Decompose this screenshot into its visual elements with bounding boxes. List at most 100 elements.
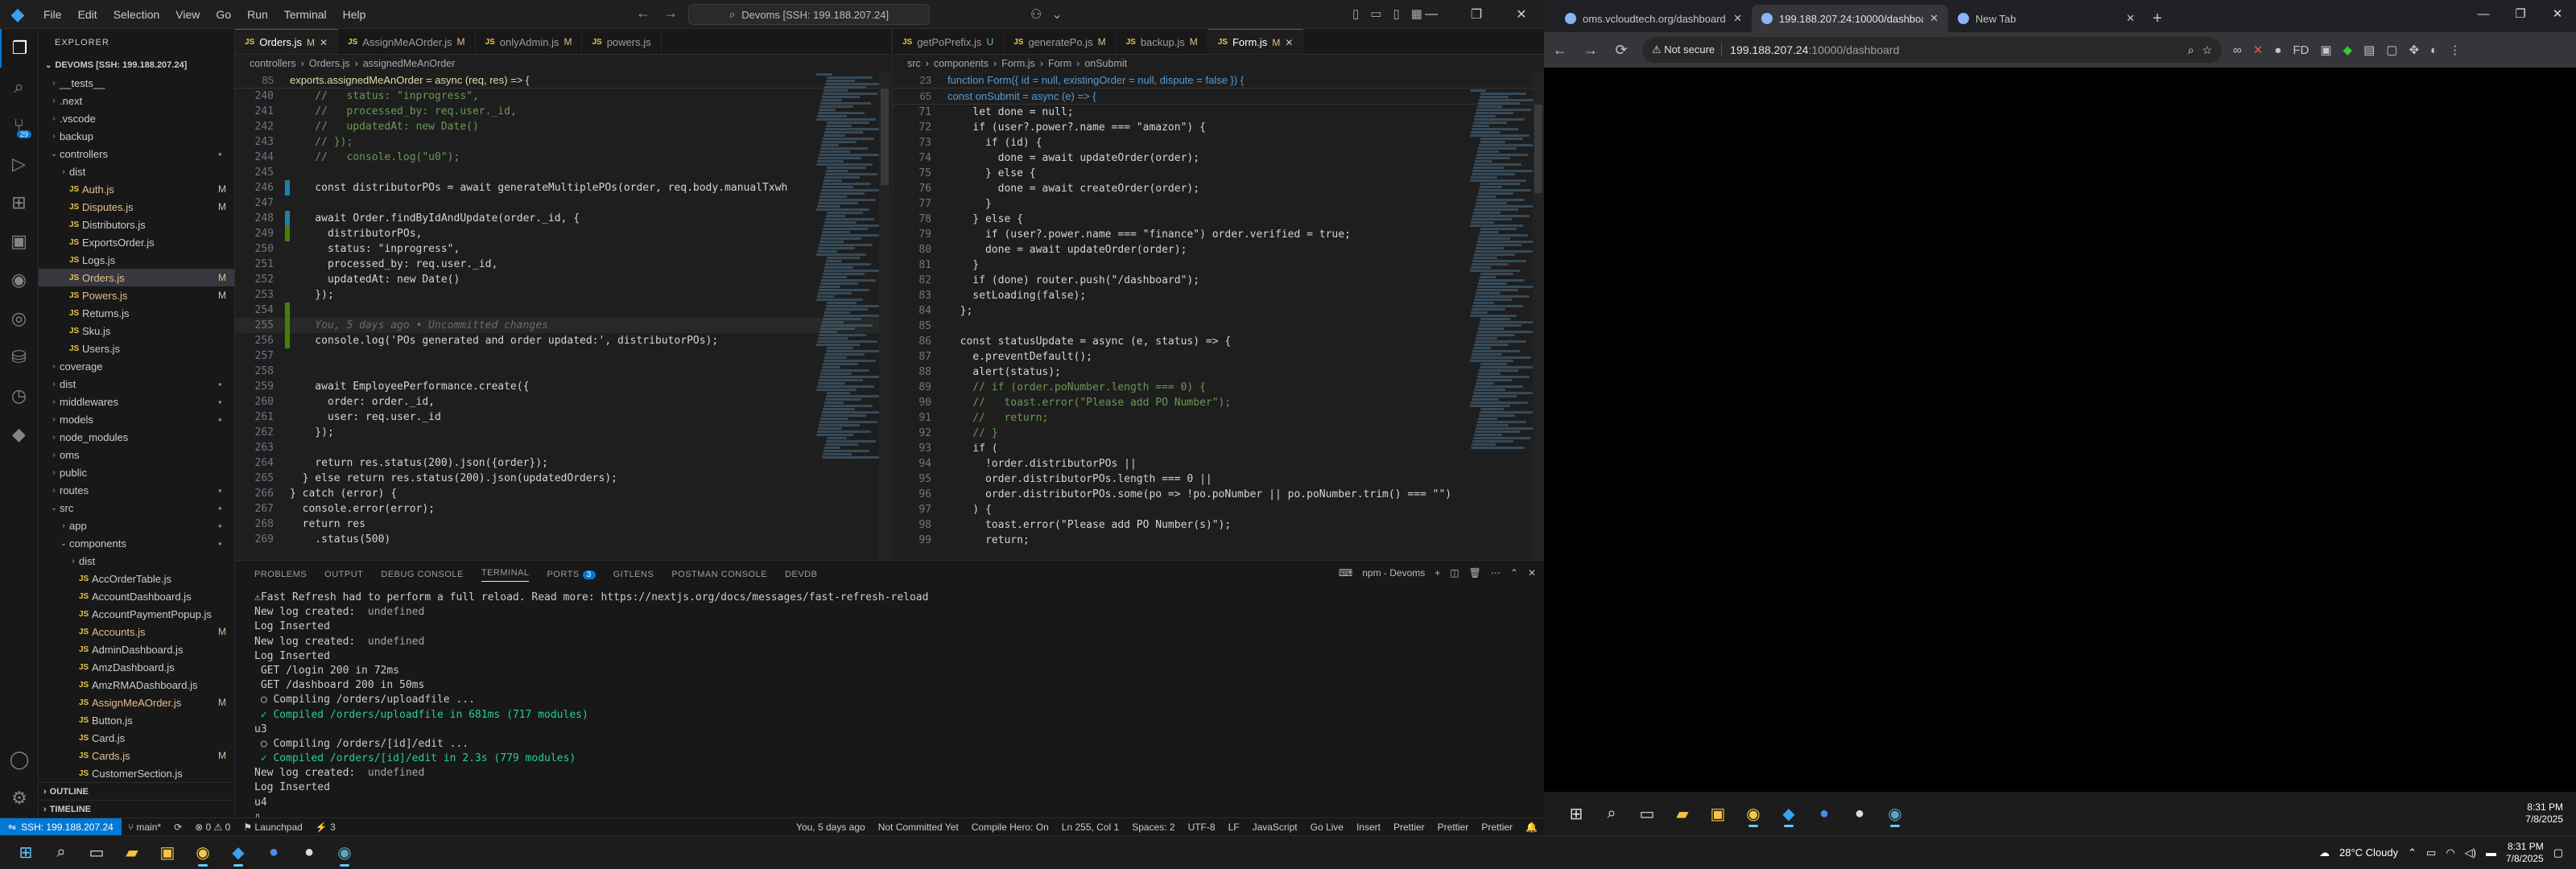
panel-tab-problems[interactable]: PROBLEMS — [254, 570, 307, 579]
manage-gear-icon[interactable]: ⚙ — [0, 779, 39, 818]
chevron-down-icon[interactable]: ⌄ — [1051, 6, 1062, 23]
close-panel-icon[interactable]: ✕ — [1528, 567, 1536, 579]
store-icon[interactable]: ▣ — [150, 838, 185, 867]
tree-folder[interactable]: › .next — [39, 92, 234, 109]
task-view-icon[interactable]: ▭ — [1629, 799, 1665, 828]
vscode-icon[interactable]: ◆ — [221, 838, 256, 867]
prettier-3[interactable]: Prettier — [1475, 822, 1519, 833]
source-control-icon[interactable]: ⑂ 29 — [0, 106, 38, 145]
extension-x-icon[interactable]: ✕ — [2253, 43, 2264, 57]
tree-file[interactable]: JS AmzRMADashboard.js — [39, 676, 234, 694]
tree-file[interactable]: JS AssignMeAOrder.js M — [39, 694, 234, 711]
add-terminal-icon[interactable]: + — [1435, 567, 1440, 579]
breadcrumb-item[interactable]: onSubmit — [1084, 58, 1127, 69]
clock[interactable]: 8:31 PM 7/8/2025 — [2506, 841, 2544, 865]
panel-tab-output[interactable]: OUTPUT — [324, 570, 363, 579]
breadcrumb-item[interactable]: Form.js — [1001, 58, 1035, 69]
extension-circle-icon[interactable]: ● — [2274, 43, 2281, 57]
chevron-up-icon[interactable]: ⌃ — [2408, 846, 2417, 859]
tree-file[interactable]: JS Sku.js — [39, 322, 234, 340]
tree-file[interactable]: JS Disputes.js M — [39, 198, 234, 216]
close-icon[interactable]: ✕ — [2539, 0, 2576, 27]
ports-indicator[interactable]: ⚡ 3 — [309, 822, 342, 833]
commit-indicator[interactable]: Not Committed Yet — [872, 822, 965, 833]
tree-folder[interactable]: › dist — [39, 163, 234, 180]
volume-icon[interactable]: ◁) — [2465, 846, 2476, 859]
extension-leaf-icon[interactable]: ◆ — [2343, 43, 2353, 57]
tree-folder[interactable]: › dist — [39, 552, 234, 570]
timeline-section[interactable]: › TIMELINE — [39, 800, 234, 818]
app-blue-icon[interactable]: ◉ — [1877, 799, 1913, 828]
search-icon[interactable]: ⌕ — [43, 838, 79, 867]
tree-folder[interactable]: › oms — [39, 446, 234, 463]
extension-fd-icon[interactable]: FD — [2293, 43, 2309, 57]
tree-folder[interactable]: › __tests__ — [39, 74, 234, 92]
explorer-icon[interactable]: ❐ — [0, 29, 38, 68]
tree-file[interactable]: JS Users.js — [39, 340, 234, 357]
panel-tab-gitlens[interactable]: GITLENS — [613, 570, 654, 579]
menu-run[interactable]: Run — [239, 8, 276, 21]
indentation[interactable]: Spaces: 2 — [1125, 822, 1181, 833]
address-bar[interactable]: ⚠ Not secure 199.188.207.24:10000/dashbo… — [1642, 37, 2222, 63]
tree-folder[interactable]: › routes ● — [39, 481, 234, 499]
restore-icon[interactable]: ❐ — [1454, 0, 1499, 29]
editor-tab[interactable]: JS backup.js M — [1117, 29, 1208, 54]
editor-tab[interactable]: JS AssignMeAOrder.js M — [338, 29, 476, 54]
problems-indicator[interactable]: ⊗ 0 ⚠ 0 — [188, 822, 237, 833]
tree-folder[interactable]: › backup — [39, 127, 234, 145]
panel-tab-postman-console[interactable]: POSTMAN CONSOLE — [671, 570, 767, 579]
editor-tab[interactable]: JS Orders.js M ✕ — [235, 29, 339, 54]
terminal-output[interactable]: ⚠Fast Refresh had to perform a full relo… — [235, 588, 1544, 829]
notification-icon[interactable]: ▢ — [2553, 846, 2563, 859]
menu-terminal[interactable]: Terminal — [276, 8, 335, 21]
tree-folder[interactable]: › middlewares ● — [39, 393, 234, 410]
breadcrumb-item[interactable]: Orders.js — [309, 58, 350, 69]
tree-file[interactable]: JS Powers.js M — [39, 286, 234, 304]
editor-scrollbar[interactable] — [1533, 72, 1544, 560]
eol[interactable]: LF — [1222, 822, 1246, 833]
tree-folder[interactable]: › models ● — [39, 410, 234, 428]
tree-file[interactable]: JS Returns.js — [39, 304, 234, 322]
chrome-tab[interactable]: oms.vcloudtech.org/dashboard ✕ — [1555, 5, 1752, 32]
tree-file[interactable]: JS Card.js — [39, 729, 234, 747]
command-center[interactable]: ⌕ Devoms [SSH: 199.188.207.24] — [688, 4, 930, 25]
breadcrumb-item[interactable]: components — [934, 58, 989, 69]
accounts-icon[interactable]: ◯ — [0, 740, 39, 779]
weather-label[interactable]: 28°C Cloudy — [2339, 846, 2398, 859]
tree-file[interactable]: JS Logs.js — [39, 251, 234, 269]
minimap[interactable] — [1470, 89, 1539, 547]
file-explorer-icon[interactable]: ▰ — [1665, 799, 1700, 828]
back-arrow-icon[interactable]: ← — [636, 5, 650, 22]
close-tab-icon[interactable]: ✕ — [1930, 12, 1938, 25]
tree-file[interactable]: JS AccountDashboard.js — [39, 587, 234, 605]
menu-help[interactable]: Help — [335, 8, 374, 21]
database-icon[interactable]: ⛁ — [0, 338, 38, 377]
close-tab-icon[interactable]: ✕ — [1285, 37, 1293, 48]
close-icon[interactable]: ✕ — [1499, 0, 1544, 29]
extension-image-icon[interactable]: ▣ — [2320, 43, 2331, 57]
extensions-icon[interactable]: ⊞ — [0, 183, 38, 222]
launchpad[interactable]: ⚑ Launchpad — [237, 822, 308, 833]
editor-tab[interactable]: JS onlyAdmin.js M — [476, 29, 583, 54]
tree-folder[interactable]: › .vscode — [39, 109, 234, 127]
chrome-tab[interactable]: 199.188.207.24:10000/dashboard ✕ — [1752, 5, 1948, 32]
prettier-1[interactable]: Prettier — [1387, 822, 1431, 833]
compile-hero[interactable]: Compile Hero: On — [965, 822, 1055, 833]
extension-window-icon[interactable]: ▢ — [2386, 43, 2397, 57]
remote-explorer-icon[interactable]: ▣ — [0, 222, 38, 261]
more-icon[interactable]: ⋯ — [1491, 567, 1501, 579]
extension-glasses-icon[interactable]: ∞ — [2233, 43, 2242, 57]
app-dark-icon[interactable]: ● — [1842, 799, 1877, 828]
tree-folder[interactable]: ⌄ components ● — [39, 534, 234, 552]
tree-file[interactable]: JS ExportsOrder.js — [39, 233, 234, 251]
language-mode[interactable]: JavaScript — [1246, 822, 1304, 833]
postman-icon[interactable]: ◎ — [0, 299, 38, 338]
terminal-name[interactable]: npm - Devoms — [1362, 567, 1425, 579]
menu-view[interactable]: View — [167, 8, 208, 21]
secondary-tray[interactable]: 8:31 PM 7/8/2025 — [2525, 801, 2576, 826]
wifi-icon[interactable]: ◠ — [2446, 846, 2454, 859]
run-debug-icon[interactable]: ▷ — [0, 145, 38, 183]
extensions-puzzle-icon[interactable]: ✥ — [2409, 43, 2419, 57]
new-tab-button[interactable]: + — [2145, 5, 2170, 32]
restore-icon[interactable]: ❐ — [2502, 0, 2539, 27]
